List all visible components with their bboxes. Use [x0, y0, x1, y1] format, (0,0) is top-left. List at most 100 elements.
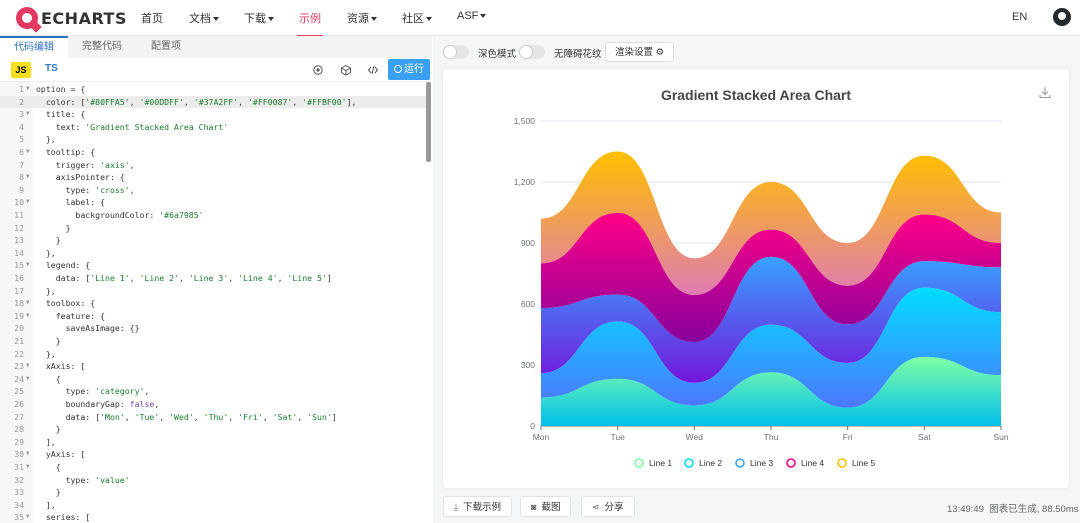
camera-icon: ◙ [531, 502, 537, 512]
x-tick-label: Wed [686, 432, 704, 442]
code-text: saveAsImage: {} [36, 323, 140, 334]
code-line: 3 ▼ title: { [0, 108, 426, 121]
line-number: 26 [14, 399, 24, 409]
code-area[interactable]: 1 ▼ option = {2 color: ['#80FFA5', '#00DDF… [0, 82, 432, 523]
x-tick-label: Sun [993, 432, 1008, 442]
line-number: 1 [19, 84, 24, 94]
fold-toggle-icon[interactable]: ▼ [26, 448, 30, 461]
nav-item-3[interactable]: 示例 [297, 10, 323, 37]
fold-toggle-icon[interactable]: ▼ [26, 83, 30, 96]
fold-toggle-icon[interactable]: ▼ [26, 310, 30, 323]
fold-toggle-icon[interactable]: ▼ [26, 511, 30, 523]
tab-option-config[interactable]: 配置项 [137, 36, 195, 58]
fold-toggle-icon[interactable]: ▼ [26, 259, 30, 272]
format-icon[interactable] [312, 64, 324, 76]
code-icon[interactable] [367, 64, 379, 76]
code-text: xAxis: [ [36, 361, 86, 372]
code-text: { [36, 462, 61, 472]
line-number: 2 [19, 96, 24, 107]
dark-mode-toggle[interactable] [443, 45, 469, 59]
tab-full-code[interactable]: 完整代码 [68, 36, 136, 58]
line-number: 22 [14, 348, 24, 359]
y-tick-label: 300 [521, 360, 535, 370]
language-switch[interactable]: EN [1012, 11, 1027, 23]
ts-language-toggle[interactable]: TS [45, 63, 58, 74]
nav-item-2[interactable]: 下载 [244, 10, 274, 26]
fold-toggle-icon[interactable]: ▼ [26, 461, 30, 474]
fold-toggle-icon[interactable]: ▼ [26, 373, 30, 386]
code-line: 6 ▼ tooltip: { [0, 146, 426, 159]
legend-item-5[interactable]: Line 5 [852, 458, 875, 468]
code-line: 2 color: ['#80FFA5', '#00DDFF', '#37A2FF… [0, 95, 426, 109]
download-example-button[interactable]: ⤓ 下载示例 [443, 496, 512, 517]
code-text: color: ['#80FFA5', '#00DDFF', '#37A2FF',… [36, 96, 357, 107]
line-number: 20 [14, 323, 24, 334]
screenshot-button[interactable]: ◙ 截图 [520, 496, 572, 517]
js-language-toggle[interactable]: JS [11, 62, 31, 78]
legend-item-4[interactable]: Line 4 [801, 458, 824, 468]
decal-label: 无障碍花纹 [554, 49, 602, 60]
code-line: 11 backgroundColor: '#6a7985' [0, 209, 426, 222]
tab-code-edit[interactable]: 代码编辑 [0, 36, 68, 58]
share-label: 分享 [604, 502, 624, 513]
nav-item-label: 文档 [189, 13, 211, 25]
fold-toggle-icon[interactable]: ▼ [26, 196, 30, 209]
gear-icon: ⚙ [655, 47, 665, 58]
chart-svg: Gradient Stacked Area Chart 0 300 600 900 1,2… [514, 87, 1009, 468]
code-text: }, [36, 348, 56, 359]
code-line: 33 } [0, 486, 426, 499]
chart-container[interactable]: Gradient Stacked Area Chart 0 300 600 900 1,2… [443, 69, 1069, 488]
nav-item-0[interactable]: 首页 [141, 10, 163, 26]
code-line: 18 ▼ toolbox: { [0, 297, 426, 310]
run-button[interactable]: 运行 [388, 59, 430, 80]
share-button[interactable]: ⋖ 分享 [581, 496, 635, 517]
status-text: 图表已生成, 88.50ms [989, 504, 1079, 515]
code-text: type: 'category', [36, 386, 150, 397]
legend-icon [634, 458, 644, 468]
fold-toggle-icon[interactable]: ▼ [26, 146, 30, 159]
code-line: 19 ▼ feature: { [0, 310, 426, 323]
save-as-image-icon[interactable] [1039, 86, 1051, 99]
code-text: } [36, 235, 61, 246]
nav-item-label: ASF [457, 10, 479, 22]
nav-item-6[interactable]: ASF [457, 10, 487, 22]
editor-tabs: 代码编辑 完整代码 配置项 [0, 36, 432, 58]
cube-icon[interactable] [340, 64, 352, 76]
legend-item-3[interactable]: Line 3 [750, 458, 773, 468]
nav-item-5[interactable]: 社区 [402, 10, 432, 26]
nav-item-1[interactable]: 文档 [189, 10, 219, 26]
fold-toggle-icon[interactable]: ▼ [26, 297, 30, 310]
logo-text: ECHARTS [41, 8, 127, 28]
code-line: 5 }, [0, 133, 426, 146]
preview-panel: 深色模式 无障碍花纹 渲染设置 ⚙ Gradient Stacked Area … [433, 36, 1080, 523]
fold-toggle-icon[interactable]: ▼ [26, 360, 30, 373]
line-number: 15 [14, 260, 24, 271]
line-number: 28 [14, 424, 24, 435]
share-icon: ⋖ [592, 502, 600, 512]
editor-scrollbar[interactable] [426, 82, 431, 162]
code-line: 26 boundaryGap: false, [0, 398, 426, 411]
y-tick-label: 0 [530, 421, 535, 431]
code-line: 4 text: 'Gradient Stacked Area Chart' [0, 121, 426, 134]
fold-toggle-icon[interactable]: ▼ [26, 108, 30, 121]
code-text: feature: { [36, 310, 106, 321]
chevron-down-icon [426, 17, 432, 22]
github-icon[interactable] [1053, 8, 1071, 26]
render-settings-label: 渲染设置 [615, 47, 654, 58]
y-tick-label: 1,500 [514, 116, 536, 126]
decal-toggle[interactable] [519, 45, 545, 59]
line-number: 11 [14, 210, 24, 220]
legend-item-1[interactable]: Line 1 [649, 458, 672, 468]
line-number: 18 [14, 298, 24, 309]
legend-item-2[interactable]: Line 2 [699, 458, 722, 468]
code-line: 28 } [0, 423, 426, 436]
code-line: 35 ▼ series: [ [0, 511, 426, 523]
render-status: 13:49:49 图表已生成, 88.50ms [947, 501, 1078, 515]
code-text: } [36, 487, 61, 498]
code-text: tooltip: { [36, 147, 96, 157]
echarts-logo[interactable]: ECHARTS [16, 6, 127, 30]
nav-item-4[interactable]: 资源 [347, 10, 377, 26]
fold-toggle-icon[interactable]: ▼ [26, 171, 30, 184]
render-settings-button[interactable]: 渲染设置 ⚙ [605, 42, 675, 62]
line-number: 21 [14, 336, 24, 346]
